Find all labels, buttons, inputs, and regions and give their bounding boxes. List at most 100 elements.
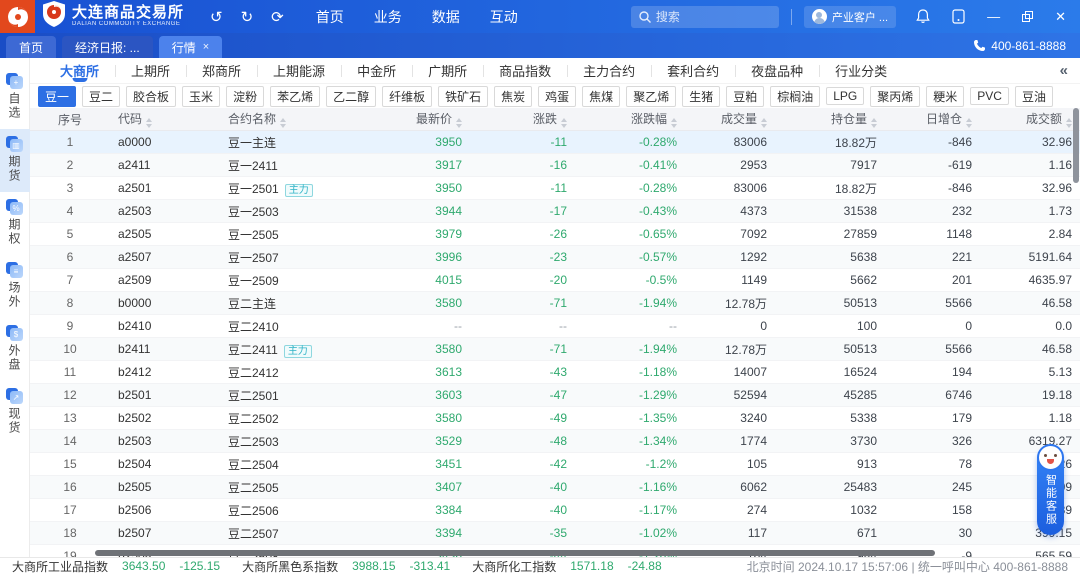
exchange-tab-上期能源[interactable]: 上期能源 [257, 58, 341, 83]
sort-icon[interactable] [966, 118, 972, 128]
menu-item-0[interactable]: 首页 [316, 7, 344, 27]
product-tab-聚乙烯[interactable]: 聚乙烯 [626, 86, 676, 107]
table-row[interactable]: 8b0000豆二主连3580-71-1.94%12.78万50513556646… [30, 292, 1080, 315]
sidebar-item-现货[interactable]: ↗现货 [0, 381, 30, 444]
menu-item-3[interactable]: 互动 [490, 7, 518, 27]
table-row[interactable]: 6a2507豆一25073996-23-0.57%129256382215191… [30, 246, 1080, 269]
exchange-tab-广期所[interactable]: 广期所 [412, 58, 483, 83]
table-row[interactable]: 16b2505豆二25053407-40-1.16%606225483245.0… [30, 476, 1080, 499]
product-tab-LPG[interactable]: LPG [826, 87, 864, 105]
search-box[interactable] [631, 6, 779, 28]
table-row[interactable]: 18b2507豆二25073394-35-1.02%11767130399.15 [30, 522, 1080, 545]
sidebar-item-期权[interactable]: %期权 [0, 192, 30, 255]
table-row[interactable]: 12b2501豆二25013603-47-1.29%52594452856746… [30, 384, 1080, 407]
table-row[interactable]: 14b2503豆二25033529-48-1.34%17743730326631… [30, 430, 1080, 453]
product-tab-豆一[interactable]: 豆一 [38, 86, 76, 107]
sort-icon[interactable] [871, 118, 877, 128]
product-tab-淀粉[interactable]: 淀粉 [226, 86, 264, 107]
product-tab-玉米[interactable]: 玉米 [182, 86, 220, 107]
cell-name: 豆二2412 [220, 364, 365, 381]
cell-name: 豆二2505 [220, 479, 365, 496]
sidebar-item-期货[interactable]: ▥期货 [0, 129, 30, 192]
column-header-chg[interactable]: 涨跌 [470, 110, 575, 128]
sort-icon[interactable] [1066, 118, 1072, 128]
product-tab-胶合板[interactable]: 胶合板 [126, 86, 176, 107]
search-input[interactable] [656, 10, 771, 24]
column-header-vol[interactable]: 成交量 [685, 110, 775, 128]
exchange-tab-上期所[interactable]: 上期所 [115, 58, 186, 83]
close-button[interactable]: ✕ [1055, 10, 1066, 23]
doc-tab-1[interactable]: 经济日报: ... [62, 36, 153, 58]
refresh-icon[interactable]: ⟳ [271, 8, 284, 26]
table-row[interactable]: 7a2509豆一25094015-20-0.5%114956622014635.… [30, 269, 1080, 292]
table-row[interactable]: 13b2502豆二25023580-49-1.35%324053381791.1… [30, 407, 1080, 430]
table-row[interactable]: 17b2506豆二25063384-40-1.17%2741032158.89 [30, 499, 1080, 522]
product-tab-豆粕[interactable]: 豆粕 [726, 86, 764, 107]
exchange-tab-主力合约[interactable]: 主力合约 [567, 58, 651, 83]
table-row[interactable]: 10b2411豆二2411主力3580-71-1.94%12.78万505135… [30, 338, 1080, 361]
sort-icon[interactable] [761, 118, 767, 128]
sort-icon[interactable] [280, 118, 286, 128]
restore-button[interactable] [1022, 11, 1033, 22]
horizontal-scrollbar[interactable] [95, 550, 935, 556]
exchange-tab-套利合约[interactable]: 套利合约 [651, 58, 735, 83]
column-header-turnover[interactable]: 成交额 [980, 110, 1080, 128]
menu-item-1[interactable]: 业务 [374, 7, 402, 27]
product-tab-豆油[interactable]: 豆油 [1015, 86, 1053, 107]
table-row[interactable]: 9b2410豆二2410------010000.0 [30, 315, 1080, 338]
product-tab-苯乙烯[interactable]: 苯乙烯 [270, 86, 320, 107]
product-tab-焦炭[interactable]: 焦炭 [494, 86, 532, 107]
product-tab-纤维板[interactable]: 纤维板 [382, 86, 432, 107]
exchange-tab-商品指数[interactable]: 商品指数 [483, 58, 567, 83]
column-header-oi[interactable]: 持仓量 [775, 110, 885, 128]
menu-item-2[interactable]: 数据 [432, 7, 460, 27]
user-account-button[interactable]: 产业客户 ... [804, 6, 896, 28]
minimize-button[interactable]: — [987, 10, 1000, 23]
product-tab-豆二[interactable]: 豆二 [82, 86, 120, 107]
table-row[interactable]: 1a0000豆一主连3950-11-0.28%8300618.82万-84632… [30, 131, 1080, 154]
doc-tab-0[interactable]: 首页 [6, 36, 56, 58]
column-header-pct[interactable]: 涨跌幅 [575, 110, 685, 128]
table-row[interactable]: 11b2412豆二24123613-43-1.18%14007165241945… [30, 361, 1080, 384]
exchange-tab-中金所[interactable]: 中金所 [341, 58, 412, 83]
table-row[interactable]: 2a2411豆一24113917-16-0.41%29537917-6191.1… [30, 154, 1080, 177]
vertical-scrollbar[interactable] [1073, 108, 1079, 183]
sort-icon[interactable] [671, 118, 677, 128]
notification-bell-icon[interactable] [916, 9, 930, 24]
back-icon[interactable]: ↺ [210, 8, 223, 26]
product-tab-鸡蛋[interactable]: 鸡蛋 [538, 86, 576, 107]
sidebar-item-外盘[interactable]: $外盘 [0, 318, 30, 381]
collapse-icon[interactable]: « [1060, 62, 1066, 79]
product-tab-聚丙烯[interactable]: 聚丙烯 [870, 86, 920, 107]
forward-icon[interactable]: ↻ [241, 8, 254, 26]
doc-tab-2[interactable]: 行情× [159, 36, 222, 58]
product-tab-焦煤[interactable]: 焦煤 [582, 86, 620, 107]
column-header-code[interactable]: 代码 [110, 110, 220, 128]
product-tab-棕榈油[interactable]: 棕榈油 [770, 86, 820, 107]
smart-service-widget[interactable]: 智能客服 [1037, 447, 1064, 535]
product-tab-铁矿石[interactable]: 铁矿石 [438, 86, 488, 107]
exchange-tab-大商所[interactable]: 大商所 [44, 58, 115, 83]
cell-code: a0000 [110, 135, 220, 149]
product-tab-生猪[interactable]: 生猪 [682, 86, 720, 107]
product-tab-粳米[interactable]: 粳米 [926, 86, 964, 107]
table-row[interactable]: 15b2504豆二25043451-42-1.2%10591378.26 [30, 453, 1080, 476]
sort-icon[interactable] [456, 118, 462, 128]
column-header-name[interactable]: 合约名称 [220, 110, 365, 128]
column-header-last[interactable]: 最新价 [365, 110, 470, 128]
sidebar-item-自选[interactable]: +自选 [0, 66, 30, 129]
sort-icon[interactable] [146, 118, 152, 128]
doc-tab-close-icon[interactable]: × [203, 41, 209, 53]
exchange-tab-郑商所[interactable]: 郑商所 [186, 58, 257, 83]
table-row[interactable]: 5a2505豆一25053979-26-0.65%70922785911482.… [30, 223, 1080, 246]
exchange-tab-夜盘品种[interactable]: 夜盘品种 [735, 58, 819, 83]
panel-icon[interactable] [952, 9, 965, 24]
table-row[interactable]: 3a2501豆一2501主力3950-11-0.28%8300618.82万-8… [30, 177, 1080, 200]
sort-icon[interactable] [561, 118, 567, 128]
column-header-oichg[interactable]: 日增仓 [885, 110, 980, 128]
exchange-tab-行业分类[interactable]: 行业分类 [819, 58, 903, 83]
product-tab-乙二醇[interactable]: 乙二醇 [326, 86, 376, 107]
table-row[interactable]: 4a2503豆一25033944-17-0.43%4373315382321.7… [30, 200, 1080, 223]
product-tab-PVC[interactable]: PVC [970, 87, 1009, 105]
sidebar-item-场外[interactable]: ≡场外 [0, 255, 30, 318]
